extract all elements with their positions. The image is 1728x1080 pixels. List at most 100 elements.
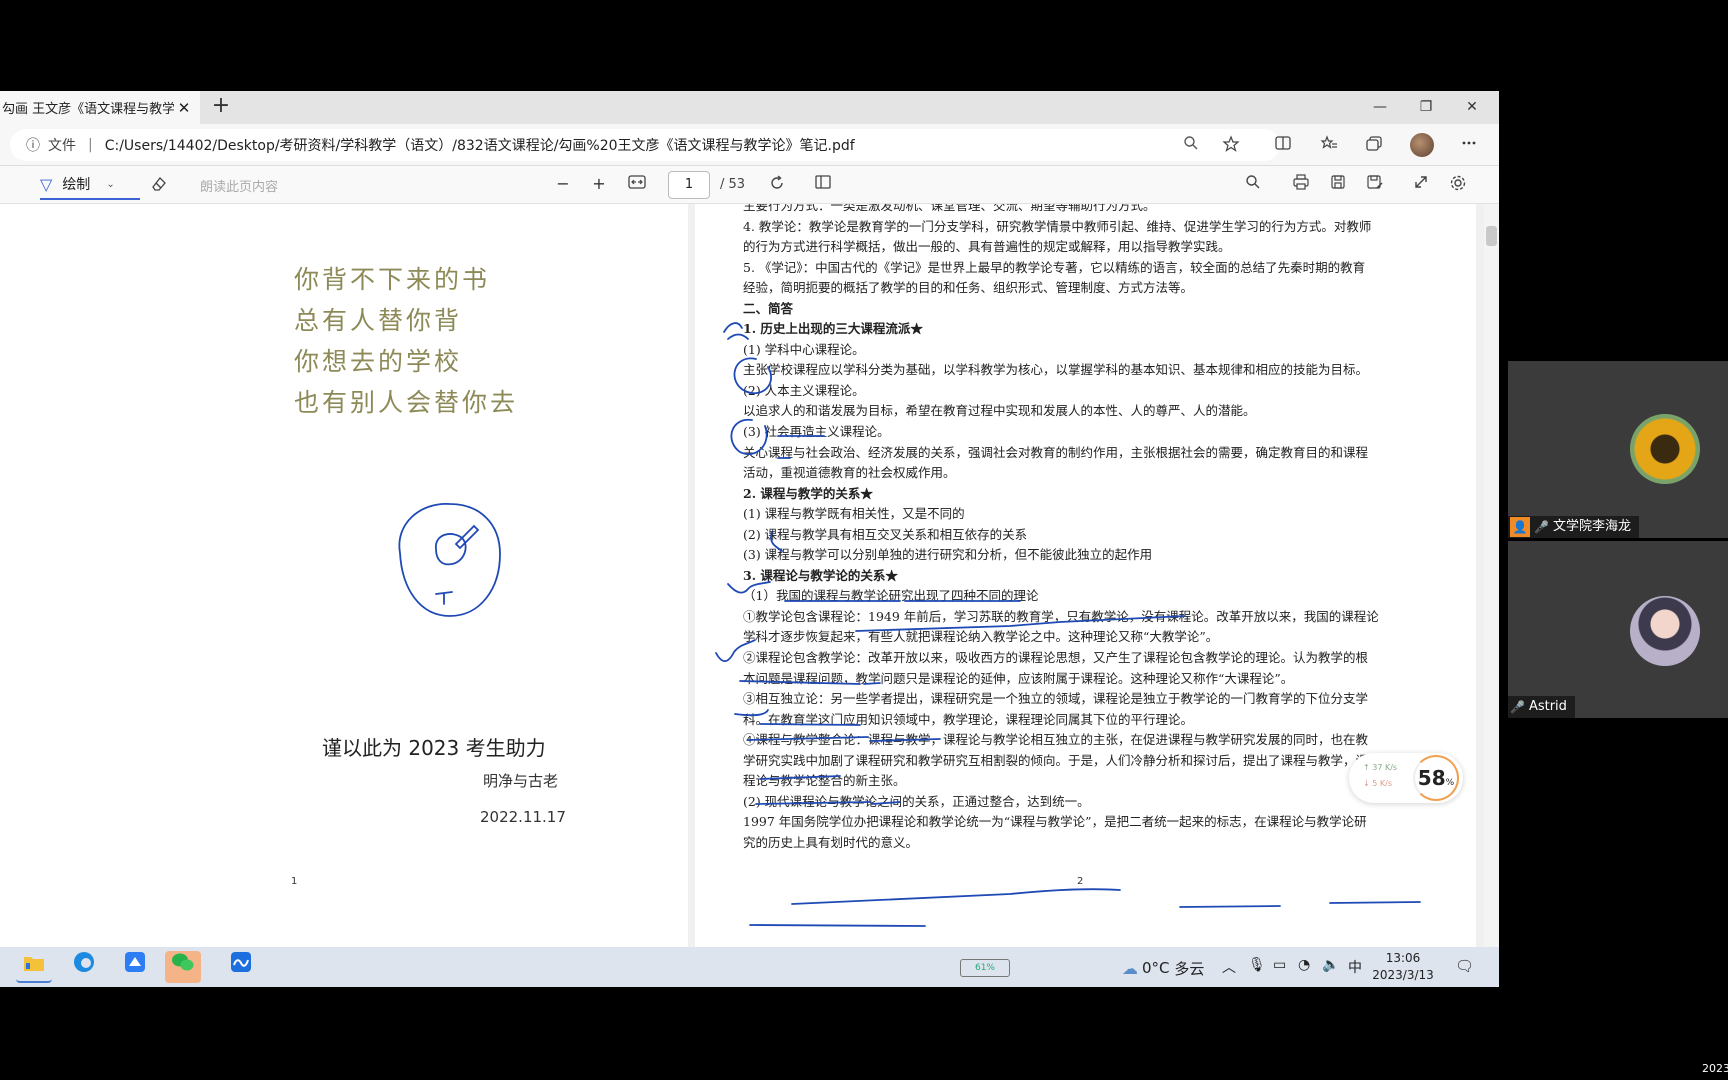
- weather-widget[interactable]: ☁ 0°C 多云: [1122, 955, 1210, 981]
- microphone-icon: 🎤: [1534, 520, 1549, 534]
- clock-date: 2023/3/13: [1372, 968, 1434, 982]
- favorite-add-icon[interactable]: [1220, 135, 1242, 155]
- page-total: / 53: [720, 177, 746, 192]
- fullscreen-icon[interactable]: [1410, 174, 1432, 194]
- text-line: 学科才逐步恢复起来，有些人就把课程论纳入教学论之中。这种理论又称“大教学论”。: [743, 629, 1219, 645]
- text-line: 3. 课程论与教学论的关系★: [743, 567, 898, 583]
- read-aloud-button[interactable]: 朗读此页内容: [200, 176, 278, 195]
- vertical-scrollbar[interactable]: [1484, 204, 1499, 947]
- text-line: (2) 现代课程论与教学论之间的关系，正通过整合，达到统一。: [743, 793, 1090, 809]
- microphone-icon: 🎤: [1510, 700, 1525, 714]
- text-line: (1) 学科中心课程论。: [743, 341, 865, 357]
- text-line: 经验，简明扼要的概括了教学的目的和任务、组织形式、管理制度、方式方法等。: [743, 280, 1194, 296]
- network-speed-widget[interactable]: ↑ 37 K/s ↓ 5 K/s 58%: [1349, 753, 1463, 803]
- text-line: 关心课程与社会政治、经济发展的关系，强调社会对教育的制约作用，主张根据社会的需要…: [743, 444, 1369, 460]
- usage-percent-unit: %: [1445, 778, 1455, 788]
- poem-line: 你想去的学校: [294, 347, 463, 376]
- pdf-page-2: 主要行为方式：一类是激发动机、课堂管理、交流、期望等辅助行为方式。 4. 教学论：…: [695, 204, 1476, 947]
- system-clock[interactable]: 13:06 2023/3/13: [1370, 950, 1436, 984]
- text-line: ①教学论包含课程论：1949 年前后，学习苏联的教育学，只有教学论，没有课程论。…: [743, 608, 1379, 624]
- battery-icon[interactable]: ▭: [1273, 957, 1286, 973]
- participant-name: Astrid: [1528, 699, 1567, 714]
- address-separator: |: [88, 137, 93, 153]
- new-tab-button[interactable]: +: [210, 95, 232, 119]
- page-view-icon[interactable]: [812, 174, 834, 194]
- zoom-icon[interactable]: [1180, 135, 1202, 155]
- favorites-icon[interactable]: [1318, 135, 1340, 155]
- more-icon[interactable]: [1458, 135, 1480, 155]
- participant-name-bar: 🎤 Astrid: [1508, 696, 1575, 718]
- notification-icon[interactable]: 🗨: [1455, 957, 1474, 975]
- chevron-down-icon[interactable]: ⌄: [106, 179, 114, 190]
- save-icon[interactable]: [1327, 174, 1349, 194]
- shared-screen-window: 勾画 王文彦《语文课程与教学论 ✕ + — ❐ ✕ ⓘ 文件 | C:/User…: [0, 91, 1499, 987]
- text-line: 以追求人的和谐发展为目标，希望在教育过程中实现和发展人的本性、人的尊严、人的潜能…: [743, 403, 1256, 419]
- collections-icon[interactable]: [1363, 135, 1385, 155]
- info-icon[interactable]: ⓘ: [26, 135, 40, 155]
- fit-width-icon[interactable]: [626, 174, 648, 193]
- page-number: 1: [291, 876, 298, 887]
- url-field[interactable]: ⓘ 文件 | C:/Users/14402/Desktop/考研资料/学科教学（…: [10, 129, 1280, 161]
- zoom-out-icon[interactable]: −: [552, 174, 574, 193]
- text-line: (3) 社会再造主义课程论。: [743, 424, 890, 440]
- participant-name: 文学院李海龙: [1552, 519, 1631, 534]
- file-explorer-icon[interactable]: [16, 951, 52, 983]
- page-number: 2: [1077, 876, 1084, 887]
- text-line: (1) 课程与教学既有相关性，又是不同的: [743, 506, 965, 522]
- ime-indicator[interactable]: 中: [1348, 957, 1362, 977]
- text-line: 主要行为方式：一类是激发动机、课堂管理、交流、期望等辅助行为方式。: [743, 204, 1156, 213]
- eraser-icon[interactable]: [150, 175, 168, 197]
- text-line: （1）我国的课程与教学论研究出现了四种不同的理论: [743, 588, 1039, 604]
- text-line: (3) 课程与教学可以分别单独的进行研究和分析，但不能彼此独立的起作用: [743, 547, 1153, 563]
- restore-button[interactable]: ❐: [1403, 91, 1449, 124]
- show-hidden-icons-icon[interactable]: ︿: [1222, 957, 1236, 977]
- save-as-icon[interactable]: [1364, 174, 1386, 194]
- settings-gear-icon[interactable]: [1447, 174, 1469, 196]
- page-2-text: 主要行为方式：一类是激发动机、课堂管理、交流、期望等辅助行为方式。 4. 教学论：…: [743, 204, 1443, 854]
- close-button[interactable]: ✕: [1449, 91, 1495, 124]
- zoom-in-icon[interactable]: +: [588, 174, 610, 193]
- minimize-button[interactable]: —: [1357, 91, 1403, 124]
- browser-tab[interactable]: 勾画 王文彦《语文课程与教学论 ✕: [0, 91, 200, 124]
- poem-line: 总有人替你背: [294, 306, 463, 335]
- url-text[interactable]: C:/Users/14402/Desktop/考研资料/学科教学（语文）/832…: [105, 135, 855, 155]
- wechat-icon[interactable]: [165, 951, 201, 983]
- microphone-icon[interactable]: 🎙: [1248, 957, 1266, 973]
- scrollbar-thumb[interactable]: [1486, 226, 1497, 246]
- video-tile-2[interactable]: 🎤 Astrid: [1508, 541, 1728, 718]
- split-screen-icon[interactable]: [1272, 135, 1294, 155]
- pdf-document-area[interactable]: 你背不下来的书 总有人替你背 你想去的学校 也有别人会替你去 谨以此为 2023…: [0, 204, 1499, 947]
- cloud-icon: ☁: [1122, 958, 1138, 978]
- poem-line: 也有别人会替你去: [294, 388, 519, 417]
- host-icon: 👤: [1510, 517, 1530, 537]
- text-line: (2) 人本主义课程论。: [743, 382, 865, 398]
- tencent-meeting-icon[interactable]: [223, 951, 259, 983]
- download-speed: ↓ 5 K/s: [1363, 779, 1392, 788]
- tab-title: 勾画 王文彦《语文课程与教学论: [2, 102, 174, 117]
- tab-close-icon[interactable]: ✕: [174, 99, 194, 117]
- cover-author: 明净与古老: [483, 772, 559, 790]
- battery-indicator[interactable]: 61%: [960, 959, 1010, 977]
- feishu-icon[interactable]: [117, 951, 153, 983]
- address-bar: ⓘ 文件 | C:/Users/14402/Desktop/考研资料/学科教学（…: [0, 124, 1499, 166]
- text-line: ②课程论包含教学论：改革开放以来，吸收西方的课程论思想，又产生了课程论包含教学论…: [743, 650, 1369, 666]
- text-line: 主张学校课程应以学科分类为基础，以学科教学为核心，以掌握学科的基本知识、基本规律…: [743, 362, 1369, 378]
- pen-icon: ▽: [40, 174, 53, 194]
- windows-taskbar: 61% ☁ 0°C 多云 ︿ 🎙 ▭ ◔ 🔈 中 13:06 2023/3/13…: [0, 947, 1499, 987]
- text-line: 程论与教学论整合的新主张。: [743, 773, 906, 789]
- profile-avatar[interactable]: [1410, 133, 1434, 157]
- page-number-input[interactable]: 1: [668, 171, 710, 199]
- text-line: 1997 年国务院学位办把课程论和教学论统一为“课程与教学论”，是把二者统一起来…: [743, 814, 1367, 830]
- rotate-icon[interactable]: [766, 174, 788, 196]
- weather-desc: 多云: [1174, 959, 1205, 978]
- clock-time: 13:06: [1385, 951, 1421, 965]
- text-line: 学研究实践中加剧了课程研究和教学研究互相割裂的倾向。于是，人们冷静分析和探讨后，…: [743, 752, 1369, 768]
- edge-browser-icon[interactable]: [66, 951, 102, 983]
- search-icon[interactable]: [1242, 174, 1264, 194]
- volume-icon[interactable]: 🔈: [1322, 957, 1339, 973]
- draw-button[interactable]: ▽ 绘制 ⌄: [40, 170, 140, 200]
- participant-avatar: [1630, 414, 1700, 484]
- video-tile-1[interactable]: 👤 🎤 文学院李海龙: [1508, 361, 1728, 538]
- print-icon[interactable]: [1290, 174, 1312, 194]
- wifi-icon[interactable]: ◔: [1298, 957, 1310, 973]
